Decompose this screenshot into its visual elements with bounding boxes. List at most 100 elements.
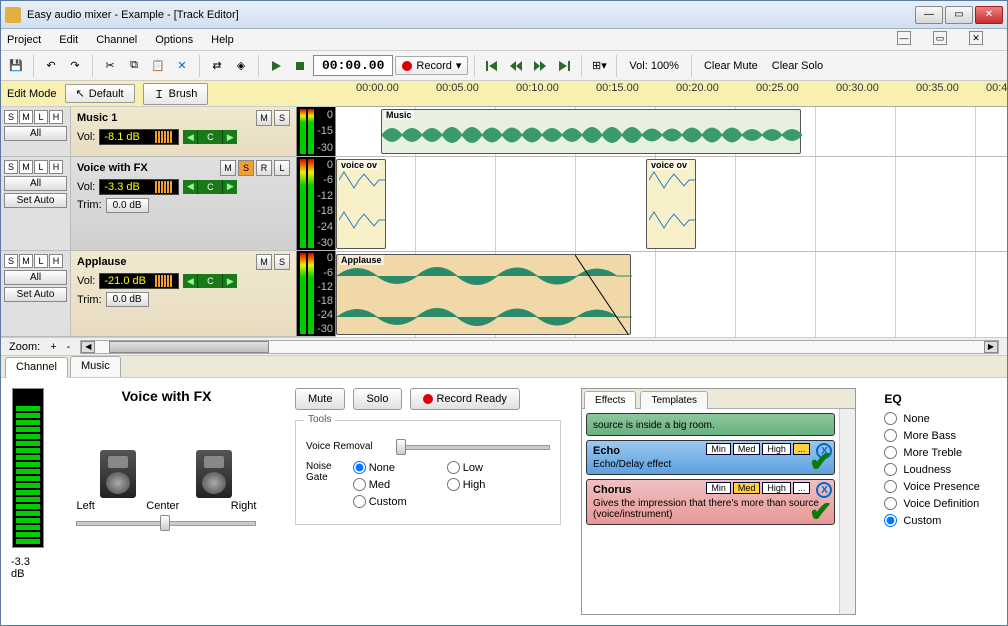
master-volume-label[interactable]: Vol: 100% xyxy=(629,60,679,72)
mute-button[interactable]: M xyxy=(256,110,272,126)
timeline-ruler[interactable]: 00:00.00 00:05.00 00:10.00 00:15.00 00:2… xyxy=(336,81,1007,107)
volume-meter[interactable]: -8.1 dB xyxy=(99,129,179,145)
clip-voice-2[interactable]: voice ov xyxy=(646,159,696,249)
eq-more-treble[interactable]: More Treble xyxy=(884,446,989,459)
clear-solo-button[interactable]: Clear Solo xyxy=(772,60,823,72)
timeline[interactable]: Music voice ov voice ov Applause xyxy=(336,107,1007,337)
channel-mute-button[interactable]: Mute xyxy=(295,388,345,410)
mute-button[interactable]: M xyxy=(220,160,236,176)
scroll-left-icon[interactable]: ◀ xyxy=(81,341,95,353)
tool2-icon[interactable]: ◈ xyxy=(230,55,252,77)
all-button[interactable]: All xyxy=(4,126,67,141)
templates-tab[interactable]: Templates xyxy=(640,391,708,409)
lock-button[interactable]: L xyxy=(274,160,290,176)
record-button[interactable]: Record▾ xyxy=(395,56,468,75)
menu-edit[interactable]: Edit xyxy=(59,34,78,46)
fx-level-high[interactable]: High xyxy=(762,482,791,494)
pan-control[interactable]: ◀C▶ xyxy=(183,274,237,288)
rec-button[interactable]: R xyxy=(256,160,272,176)
minimize-button[interactable]: — xyxy=(915,6,943,24)
fx-level-min[interactable]: Min xyxy=(706,482,731,494)
menu-project[interactable]: Project xyxy=(7,34,41,46)
eq-loudness[interactable]: Loudness xyxy=(884,463,989,476)
trim-value[interactable]: 0.0 dB xyxy=(106,292,149,307)
volume-meter[interactable]: -3.3 dB xyxy=(99,179,179,195)
rewind-button[interactable] xyxy=(505,55,527,77)
save-icon[interactable]: 💾 xyxy=(5,55,27,77)
eq-none[interactable]: None xyxy=(884,412,989,425)
edit-mode-default[interactable]: ↖Default xyxy=(65,84,135,103)
clear-mute-button[interactable]: Clear Mute xyxy=(704,60,758,72)
tool1-icon[interactable]: ⇄ xyxy=(206,55,228,77)
menu-channel[interactable]: Channel xyxy=(96,34,137,46)
fx-item-reverb[interactable]: source is inside a big room. xyxy=(586,413,835,436)
all-button[interactable]: All xyxy=(4,176,67,191)
menu-help[interactable]: Help xyxy=(211,34,234,46)
voice-removal-slider[interactable] xyxy=(396,437,550,455)
scroll-right-icon[interactable]: ▶ xyxy=(984,341,998,353)
cut-icon[interactable]: ✂ xyxy=(99,55,121,77)
noise-gate-custom[interactable]: Custom xyxy=(353,495,550,508)
undo-icon[interactable]: ↶ xyxy=(40,55,62,77)
goto-end-button[interactable] xyxy=(553,55,575,77)
forward-button[interactable] xyxy=(529,55,551,77)
trim-value[interactable]: 0.0 dB xyxy=(106,198,149,213)
horizontal-scrollbar[interactable]: ◀ ▶ xyxy=(80,340,999,354)
fx-item-echo[interactable]: Echo Echo/Delay effect Min Med High ... … xyxy=(586,440,835,475)
eq-more-bass[interactable]: More Bass xyxy=(884,429,989,442)
pan-control[interactable]: ◀C▶ xyxy=(183,130,237,144)
edit-mode-brush[interactable]: ＩBrush xyxy=(143,83,209,105)
snap-icon[interactable]: ⊞▾ xyxy=(588,55,610,77)
noise-gate-low[interactable]: Low xyxy=(447,461,527,474)
tab-music[interactable]: Music xyxy=(70,356,121,377)
fx-item-chorus[interactable]: Chorus Gives the impression that there's… xyxy=(586,479,835,525)
noise-gate-high[interactable]: High xyxy=(447,478,527,491)
mdi-restore-icon[interactable]: ▭ xyxy=(933,31,947,45)
fx-level-high[interactable]: High xyxy=(762,443,791,455)
play-button[interactable] xyxy=(265,55,287,77)
fx-level-more[interactable]: ... xyxy=(793,443,811,455)
copy-icon[interactable]: ⧉ xyxy=(123,55,145,77)
paste-icon[interactable]: 📋 xyxy=(147,55,169,77)
pan-control[interactable]: ◀C▶ xyxy=(183,180,237,194)
clip-voice-1[interactable]: voice ov xyxy=(336,159,386,249)
fx-level-med[interactable]: Med xyxy=(733,482,761,494)
set-auto-button[interactable]: Set Auto xyxy=(4,287,67,302)
eq-voice-presence[interactable]: Voice Presence xyxy=(884,480,989,493)
tab-channel[interactable]: Channel xyxy=(5,357,68,378)
menu-options[interactable]: Options xyxy=(155,34,193,46)
eq-voice-definition[interactable]: Voice Definition xyxy=(884,497,989,510)
delete-icon[interactable]: ✕ xyxy=(171,55,193,77)
fx-scrollbar[interactable] xyxy=(839,409,855,614)
clip-music[interactable]: Music xyxy=(381,109,801,154)
eq-custom[interactable]: Custom xyxy=(884,514,989,527)
smlh-buttons[interactable]: SMLH xyxy=(4,254,67,268)
maximize-button[interactable]: ▭ xyxy=(945,6,973,24)
goto-start-button[interactable] xyxy=(481,55,503,77)
close-button[interactable]: ✕ xyxy=(975,6,1003,24)
mute-button[interactable]: M xyxy=(256,254,272,270)
smlh-buttons[interactable]: SMLH xyxy=(4,160,67,174)
mdi-close-icon[interactable]: ✕ xyxy=(969,31,983,45)
solo-button[interactable]: S xyxy=(274,254,290,270)
scroll-thumb[interactable] xyxy=(109,341,269,353)
smlh-buttons[interactable]: SMLH xyxy=(4,110,67,124)
pan-slider[interactable] xyxy=(76,512,256,532)
noise-gate-none[interactable]: None xyxy=(353,461,433,474)
stop-button[interactable] xyxy=(289,55,311,77)
set-auto-button[interactable]: Set Auto xyxy=(4,193,67,208)
redo-icon[interactable]: ↷ xyxy=(64,55,86,77)
effects-tab[interactable]: Effects xyxy=(584,391,636,409)
solo-button[interactable]: S xyxy=(238,160,254,176)
zoom-in-button[interactable]: + xyxy=(50,341,56,353)
fx-level-med[interactable]: Med xyxy=(733,443,761,455)
record-ready-button[interactable]: Record Ready xyxy=(410,388,520,410)
volume-meter[interactable]: -21.0 dB xyxy=(99,273,179,289)
fx-level-min[interactable]: Min xyxy=(706,443,731,455)
all-button[interactable]: All xyxy=(4,270,67,285)
zoom-out-button[interactable]: - xyxy=(67,341,71,353)
mdi-minimize-icon[interactable]: — xyxy=(897,31,911,45)
clip-applause[interactable]: Applause xyxy=(336,254,631,335)
fx-level-more[interactable]: ... xyxy=(793,482,811,494)
solo-button[interactable]: S xyxy=(274,110,290,126)
